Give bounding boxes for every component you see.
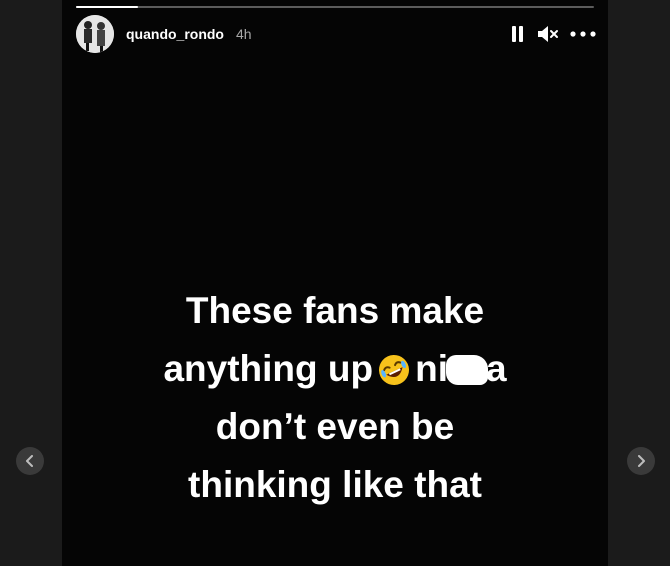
- username[interactable]: quando_rondo: [126, 26, 224, 42]
- next-story-button[interactable]: [627, 447, 655, 475]
- caption-line-2: anything up ni a: [62, 340, 608, 398]
- caption-text-ni: ni: [415, 348, 448, 389]
- story-caption: These fans make anything up ni a don’t ev…: [62, 282, 608, 514]
- previous-story-button[interactable]: [16, 447, 44, 475]
- profile-photo: [76, 15, 114, 53]
- caption-line-3: don’t even be: [215, 406, 455, 447]
- chevron-left-icon: [26, 455, 33, 467]
- redaction-mark: [445, 355, 488, 385]
- muted-speaker-icon[interactable]: [536, 24, 560, 44]
- story-progress-bar: [76, 6, 594, 8]
- timestamp: 4h: [236, 26, 252, 42]
- more-options-icon[interactable]: [570, 24, 596, 44]
- caption-text-a: a: [485, 348, 507, 389]
- caption-line-4: thinking like that: [188, 464, 482, 505]
- story-header: quando_rondo 4h: [76, 14, 596, 54]
- story-viewer: quando_rondo 4h These fans make anything…: [62, 0, 608, 566]
- caption-line-1: These fans make: [185, 290, 485, 331]
- caption-text-anything-up: anything up: [163, 348, 374, 389]
- story-controls: [510, 24, 596, 44]
- avatar[interactable]: [76, 15, 114, 53]
- pause-icon[interactable]: [510, 24, 526, 44]
- story-progress-fill: [76, 6, 139, 8]
- laughing-emoji-icon: [377, 346, 411, 385]
- chevron-right-icon: [638, 455, 645, 467]
